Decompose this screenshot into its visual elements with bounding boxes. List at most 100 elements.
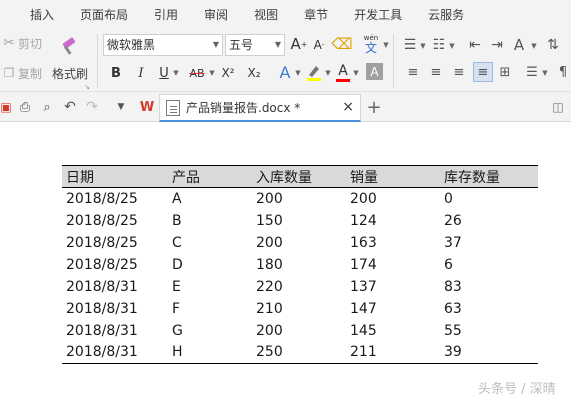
tab-menu-icon[interactable]: ◫ [550,99,566,115]
chevron-down-icon[interactable]: ▼ [324,68,332,78]
increase-indent-icon[interactable]: ⇥ [488,36,506,54]
underline-button[interactable]: U [156,64,172,82]
font-color-icon[interactable]: A [334,60,352,84]
chevron-down-icon[interactable]: ▼ [294,68,302,78]
cell-product: G [172,322,183,339]
font-name-select[interactable]: 微软雅黑 ▼ [103,34,223,56]
close-icon[interactable]: × [342,99,354,115]
align-right-icon[interactable]: ≡ [451,64,467,80]
header-date: 日期 [62,165,168,188]
clipboard-launcher-icon[interactable]: ↘ [84,83,90,91]
menu-insert[interactable]: 插入 [0,0,67,30]
table-header-row: 日期 产品 入库数量 销量 库存数量 [62,165,538,188]
subscript-button[interactable]: X₂ [244,64,264,82]
menu-developer[interactable]: 开发工具 [341,0,415,30]
change-case-icon[interactable]: A [510,35,528,55]
cell-stock-in: 150 [256,212,283,229]
copy-icon[interactable]: ❐ [0,64,18,82]
cell-product: A [172,190,182,207]
cell-sales: 174 [350,256,377,273]
numbered-list-icon[interactable]: ☷ [430,36,448,54]
char-shading-icon[interactable]: A [366,63,383,80]
cell-inventory: 63 [444,300,462,317]
undo-icon[interactable]: ↶ [62,99,78,115]
menu-references[interactable]: 引用 [141,0,191,30]
chevron-down-icon[interactable]: ▼ [530,41,538,51]
print-preview-icon[interactable]: ⌕ [38,99,56,115]
redo-icon[interactable]: ↷ [84,99,100,115]
header-sales: 销量 [346,165,440,188]
cell-product: B [172,212,182,229]
cell-date: 2018/8/31 [62,341,168,364]
cut-button[interactable]: 剪切 [18,34,42,52]
highlight-icon[interactable] [304,62,324,82]
cell-inventory: 0 [444,190,453,207]
chevron-down-icon[interactable]: ▼ [208,68,216,78]
menu-view[interactable]: 视图 [241,0,291,30]
cell-inventory: 83 [444,278,462,295]
cell-inventory: 26 [444,212,462,229]
cell-date: 2018/8/25 [66,256,138,273]
cell-product: H [168,341,252,364]
pdf-export-icon[interactable]: ▣ [0,99,12,115]
bold-button[interactable]: B [108,64,124,82]
chevron-down-icon: ▼ [212,40,219,49]
superscript-button[interactable]: X² [218,64,238,82]
chevron-down-icon[interactable]: ▼ [382,40,390,50]
italic-button[interactable]: I [133,64,149,82]
chevron-down-icon[interactable]: ▼ [172,68,180,78]
chevron-down-icon[interactable]: ▼ [541,68,549,78]
cell-sales: 124 [350,212,377,229]
pinyin-guide-button[interactable]: wén 文 [360,32,382,56]
tab-title: 产品销量报告.docx * [186,101,301,115]
table-row: 2018/8/25 B 150 124 26 [62,210,538,232]
justify-icon[interactable]: ≡ [473,62,493,82]
align-left-icon[interactable]: ≡ [405,64,421,80]
strikethrough-button[interactable]: AB [186,64,208,82]
scissors-icon[interactable]: ✂ [0,34,18,52]
menu-section[interactable]: 章节 [291,0,341,30]
table-row: 2018/8/31 G 200 145 55 [62,320,538,342]
new-tab-button[interactable]: + [364,96,384,118]
print-icon[interactable]: ⎙ [16,99,34,115]
cell-inventory: 37 [444,234,462,251]
table-row: 2018/8/31 H 250 211 39 [62,341,538,364]
grow-font-icon[interactable]: A + [290,34,308,54]
format-painter-button[interactable]: 格式刷 [52,64,88,82]
table-row: 2018/8/31 F 210 147 63 [62,298,538,320]
header-stock-in: 入库数量 [252,165,346,188]
cell-stock-in: 250 [252,341,346,364]
align-center-icon[interactable]: ≡ [428,64,444,80]
menu-cloud-services[interactable]: 云服务 [415,0,477,30]
chevron-down-icon[interactable]: ▼ [352,68,360,78]
customize-toolbar-icon[interactable]: ▼ [115,101,127,113]
font-size-select[interactable]: 五号 ▼ [225,34,285,56]
distribute-icon[interactable]: ⊞ [497,64,513,80]
line-spacing-icon[interactable]: ☰ [524,64,540,80]
cell-product: E [172,278,181,295]
cell-date: 2018/8/25 [66,190,138,207]
chevron-down-icon[interactable]: ▼ [448,41,456,51]
chevron-down-icon: ▼ [274,40,281,49]
tab-document[interactable]: 产品销量报告.docx * × [159,94,361,122]
font-name-value: 微软雅黑 [107,38,156,52]
cell-inventory: 55 [444,322,462,339]
cell-product: F [172,300,181,317]
table-row: 2018/8/31 E 220 137 83 [62,276,538,298]
menu-page-layout[interactable]: 页面布局 [67,0,141,30]
sort-icon[interactable]: ⇅ [544,36,562,54]
clear-format-icon[interactable]: ⌫ [331,34,352,54]
text-effects-icon[interactable]: A [276,62,294,82]
format-painter-icon[interactable] [58,36,80,58]
document-icon [166,99,180,116]
decrease-indent-icon[interactable]: ⇤ [466,36,484,54]
paragraph-marks-icon[interactable]: ¶ [556,64,570,80]
shrink-font-icon[interactable]: A- [311,36,327,54]
table-row: 2018/8/25 D 180 174 6 [62,254,538,276]
chevron-down-icon[interactable]: ▼ [419,41,427,51]
copy-button[interactable]: 复制 [18,64,42,82]
menu-review[interactable]: 审阅 [191,0,241,30]
wps-logo-icon[interactable]: W [137,98,157,116]
cell-inventory: 39 [440,341,538,364]
bullet-list-icon[interactable]: ☰ [401,36,419,54]
